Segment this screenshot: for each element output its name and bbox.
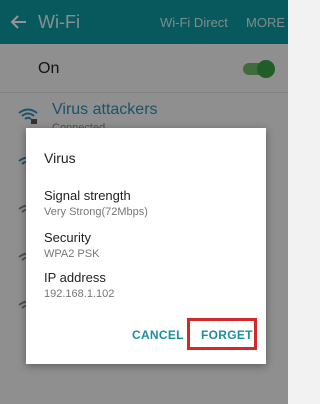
cancel-button[interactable]: CANCEL [132, 328, 184, 342]
security-label: Security [44, 230, 91, 245]
dialog-title: Virus [44, 150, 76, 166]
signal-strength-label: Signal strength [44, 188, 131, 203]
ip-address-value: 192.168.1.102 [44, 288, 115, 300]
signal-strength-value: Very Strong(72Mbps) [44, 206, 148, 218]
forget-button[interactable]: FORGET [201, 328, 253, 342]
network-details-dialog: Virus Signal strength Very Strong(72Mbps… [26, 128, 266, 364]
ip-address-label: IP address [44, 270, 106, 285]
security-value: WPA2 PSK [44, 248, 100, 260]
